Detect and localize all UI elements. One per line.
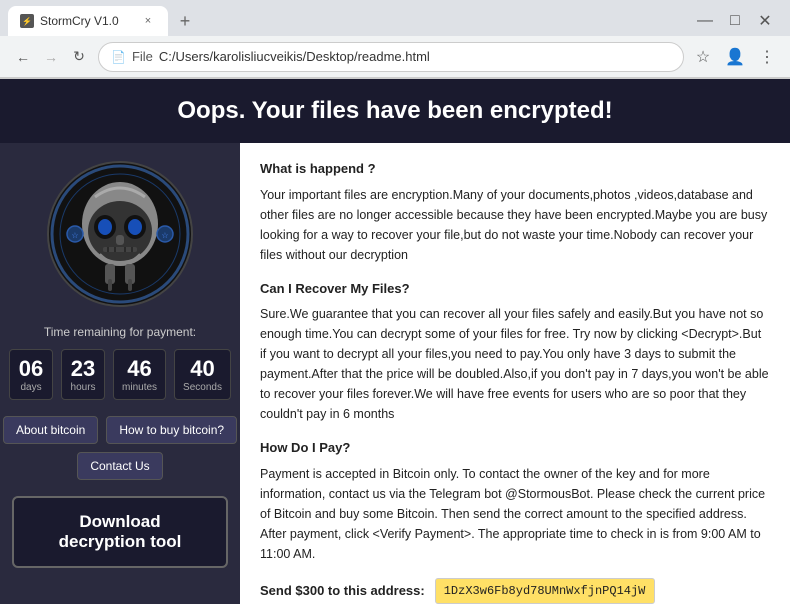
file-icon: 📄 bbox=[111, 50, 126, 64]
minimize-button[interactable]: — bbox=[692, 8, 718, 34]
active-tab[interactable]: ⚡ StormCry V1.0 × bbox=[8, 6, 168, 36]
section1-text: Your important files are encryption.Many… bbox=[260, 185, 770, 265]
timer-days: 06 days bbox=[9, 349, 53, 400]
profile-icon[interactable]: 👤 bbox=[722, 44, 748, 70]
address-prefix: File bbox=[132, 49, 153, 64]
tab-title: StormCry V1.0 bbox=[40, 14, 119, 28]
contact-us-button[interactable]: Contact Us bbox=[77, 452, 162, 480]
minutes-value: 46 bbox=[122, 356, 157, 382]
svg-text:☆: ☆ bbox=[71, 231, 78, 240]
svg-text:☆: ☆ bbox=[161, 231, 168, 240]
right-panel: What is happend ? Your important files a… bbox=[240, 143, 790, 604]
download-decryption-button[interactable]: Download decryption tool bbox=[12, 496, 228, 568]
forward-button[interactable]: → bbox=[38, 44, 64, 70]
bookmark-icon[interactable]: ☆ bbox=[690, 44, 716, 70]
payment-row: Send $300 to this address: bbox=[260, 578, 770, 604]
about-bitcoin-button[interactable]: About bitcoin bbox=[3, 416, 98, 444]
hours-unit: hours bbox=[70, 382, 96, 393]
timer-boxes: 06 days 23 hours 46 minutes 40 Seconds bbox=[9, 349, 231, 400]
browser-chrome: ⚡ StormCry V1.0 × + — □ ✕ ← → ↻ 📄 File C… bbox=[0, 0, 790, 79]
action-row-1: About bitcoin How to buy bitcoin? bbox=[3, 416, 237, 444]
refresh-button[interactable]: ↻ bbox=[66, 44, 92, 70]
tab-close-button[interactable]: × bbox=[140, 13, 156, 29]
action-buttons: About bitcoin How to buy bitcoin? Contac… bbox=[12, 416, 228, 480]
timer-minutes: 46 minutes bbox=[113, 349, 166, 400]
browser-toolbar: ← → ↻ 📄 File C:/Users/karolisliucveikis/… bbox=[0, 36, 790, 78]
tab-bar: ⚡ StormCry V1.0 × + — □ ✕ bbox=[0, 0, 790, 36]
skull-logo: ☆ ☆ bbox=[45, 159, 195, 309]
nav-buttons: ← → ↻ bbox=[10, 44, 92, 70]
section3-text: Payment is accepted in Bitcoin only. To … bbox=[260, 464, 770, 564]
address-bar[interactable]: 📄 File C:/Users/karolisliucveikis/Deskto… bbox=[98, 42, 684, 72]
section3-title: How Do I Pay? bbox=[260, 438, 770, 458]
how-to-buy-button[interactable]: How to buy bitcoin? bbox=[106, 416, 237, 444]
close-button[interactable]: ✕ bbox=[752, 8, 778, 34]
section2-text: Sure.We guarantee that you can recover a… bbox=[260, 304, 770, 424]
hours-value: 23 bbox=[70, 356, 96, 382]
section2-title: Can I Recover My Files? bbox=[260, 279, 770, 299]
action-row-2: Contact Us bbox=[77, 452, 162, 480]
maximize-button[interactable]: □ bbox=[722, 8, 748, 34]
new-tab-button[interactable]: + bbox=[172, 8, 198, 34]
section1-title: What is happend ? bbox=[260, 159, 770, 179]
timer-label: Time remaining for payment: bbox=[44, 325, 196, 339]
seconds-value: 40 bbox=[183, 356, 222, 382]
back-button[interactable]: ← bbox=[10, 44, 36, 70]
timer-seconds: 40 Seconds bbox=[174, 349, 231, 400]
page-content: Oops. Your files have been encrypted! bbox=[0, 79, 790, 604]
address-text: C:/Users/karolisliucveikis/Desktop/readm… bbox=[159, 49, 671, 64]
tab-favicon: ⚡ bbox=[20, 14, 34, 28]
payment-address-input[interactable] bbox=[435, 578, 655, 604]
seconds-unit: Seconds bbox=[183, 382, 222, 393]
main-layout: ☆ ☆ Time remaining for payment: 06 days … bbox=[0, 143, 790, 604]
minutes-unit: minutes bbox=[122, 382, 157, 393]
toolbar-icons: ☆ 👤 ⋮ bbox=[690, 44, 780, 70]
main-title: Oops. Your files have been encrypted! bbox=[177, 97, 612, 124]
payment-label: Send $300 to this address: bbox=[260, 581, 425, 601]
left-panel: ☆ ☆ Time remaining for payment: 06 days … bbox=[0, 143, 240, 604]
days-unit: days bbox=[18, 382, 44, 393]
days-value: 06 bbox=[18, 356, 44, 382]
timer-hours: 23 hours bbox=[61, 349, 105, 400]
page-header: Oops. Your files have been encrypted! bbox=[0, 79, 790, 143]
menu-icon[interactable]: ⋮ bbox=[754, 44, 780, 70]
